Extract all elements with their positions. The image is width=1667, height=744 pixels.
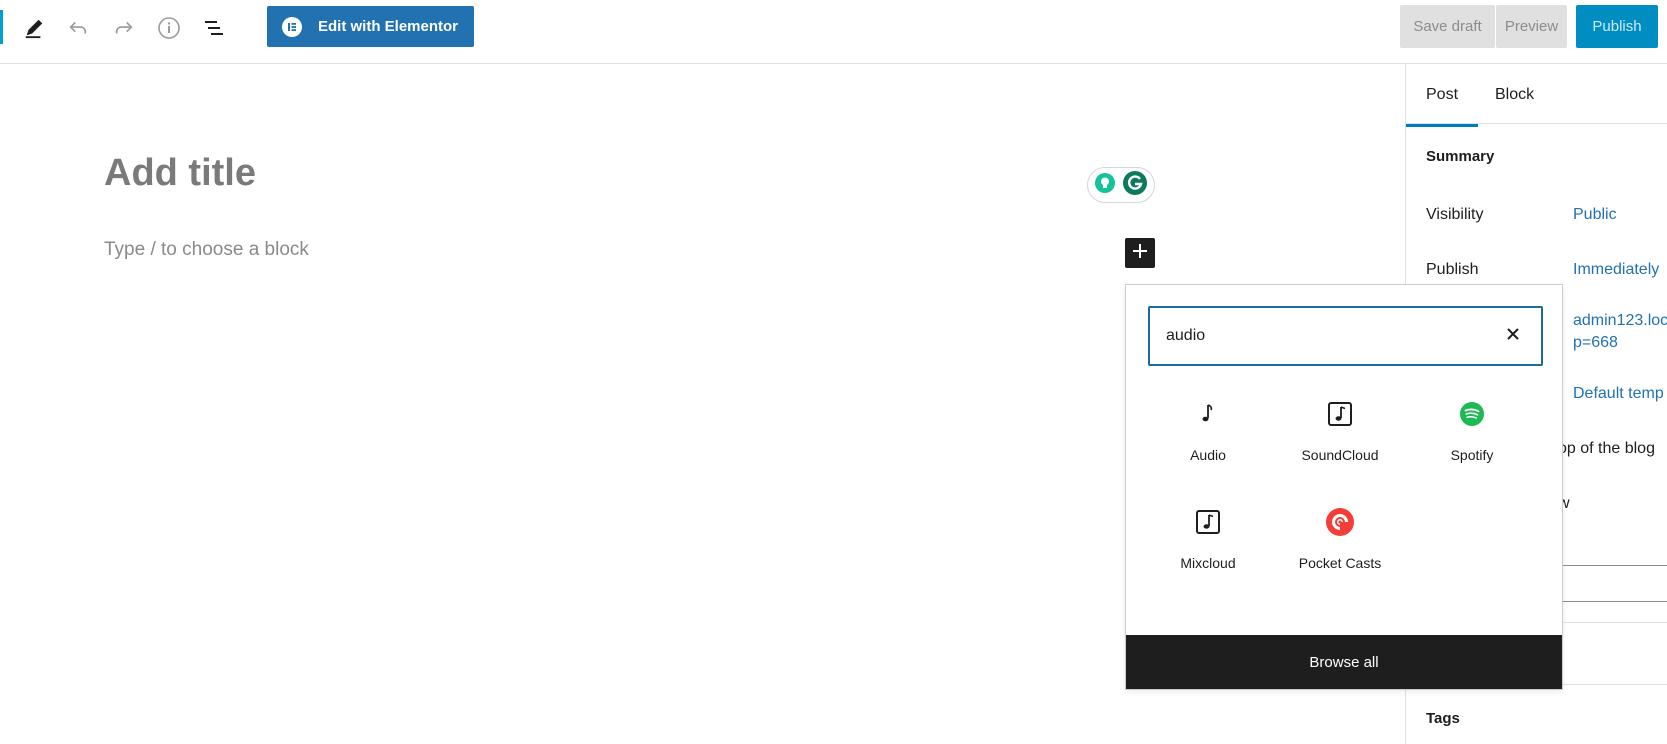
tab-block[interactable]: Block bbox=[1495, 86, 1534, 104]
block-inserter-toggle[interactable] bbox=[1125, 238, 1155, 268]
close-icon bbox=[1506, 327, 1520, 346]
clear-search-button[interactable] bbox=[1501, 324, 1525, 348]
redo-button[interactable] bbox=[106, 10, 142, 46]
block-item-label: Pocket Casts bbox=[1298, 555, 1382, 571]
post-url-link-line2[interactable]: p=668 bbox=[1573, 334, 1618, 352]
pocket-casts-icon bbox=[1325, 507, 1355, 537]
publish-label: Publish bbox=[1426, 261, 1479, 278]
pencil-icon bbox=[23, 17, 45, 39]
tags-heading[interactable]: Tags bbox=[1426, 710, 1460, 727]
elementor-logo-icon bbox=[282, 16, 302, 37]
music-note-icon bbox=[1193, 399, 1223, 429]
soundcloud-embed-icon bbox=[1325, 399, 1355, 429]
block-item-spotify[interactable]: Spotify bbox=[1412, 386, 1532, 482]
undo-icon bbox=[67, 17, 89, 39]
block-placeholder[interactable]: Type / to choose a block bbox=[104, 239, 309, 261]
block-item-label: Spotify bbox=[1450, 447, 1494, 463]
summary-heading[interactable]: Summary bbox=[1426, 148, 1494, 165]
block-item-label: SoundCloud bbox=[1301, 447, 1379, 463]
block-search bbox=[1148, 306, 1543, 366]
post-url-link-line1[interactable]: admin123.loc bbox=[1573, 312, 1667, 330]
browse-all-button[interactable]: Browse all bbox=[1126, 635, 1562, 689]
info-icon bbox=[157, 16, 181, 40]
edit-with-elementor-label: Edit with Elementor bbox=[318, 18, 459, 35]
edit-with-elementor-button[interactable]: Edit with Elementor bbox=[267, 6, 474, 47]
block-item-mixcloud[interactable]: Mixcloud bbox=[1148, 494, 1268, 590]
block-search-input[interactable] bbox=[1166, 308, 1486, 364]
details-button[interactable] bbox=[151, 10, 187, 46]
template-toggle[interactable]: Default temp bbox=[1573, 385, 1664, 403]
block-inserter-popover: Audio SoundCloud Spotify Mixcloud Pocket… bbox=[1125, 284, 1563, 690]
visibility-toggle[interactable]: Public bbox=[1573, 206, 1617, 224]
preview-button[interactable]: Preview bbox=[1496, 5, 1567, 48]
block-item-soundcloud[interactable]: SoundCloud bbox=[1280, 386, 1400, 482]
post-title-input[interactable]: Add title bbox=[104, 152, 256, 195]
plus-icon bbox=[1131, 242, 1149, 265]
block-item-audio[interactable]: Audio bbox=[1148, 386, 1268, 482]
stick-to-top-label: op of the blog bbox=[1558, 440, 1655, 457]
publish-date-toggle[interactable]: Immediately bbox=[1573, 261, 1659, 279]
list-view-icon bbox=[202, 16, 226, 40]
author-select[interactable] bbox=[1556, 565, 1667, 602]
grammarly-logo-icon bbox=[1122, 170, 1148, 201]
toolbar-edge-accent bbox=[0, 10, 3, 44]
block-item-pocket-casts[interactable]: Pocket Casts bbox=[1280, 494, 1400, 590]
publish-button[interactable]: Publish bbox=[1576, 5, 1658, 48]
grammarly-widget[interactable] bbox=[1087, 167, 1155, 203]
block-item-label: Mixcloud bbox=[1180, 555, 1236, 571]
block-item-label: Audio bbox=[1190, 447, 1226, 463]
sidebar-tabs: Post Block bbox=[1405, 64, 1667, 127]
undo-button[interactable] bbox=[60, 10, 96, 46]
list-view-button[interactable] bbox=[196, 10, 232, 46]
visibility-label: Visibility bbox=[1426, 206, 1484, 223]
editor-toolbar: Edit with Elementor Save draft Preview P… bbox=[0, 0, 1667, 64]
redo-icon bbox=[113, 17, 135, 39]
mixcloud-embed-icon bbox=[1193, 507, 1223, 537]
tab-post[interactable]: Post bbox=[1405, 86, 1479, 127]
spotify-icon bbox=[1457, 399, 1487, 429]
edit-mode-button[interactable] bbox=[16, 10, 52, 46]
save-draft-button[interactable]: Save draft bbox=[1400, 5, 1495, 48]
lightbulb-icon bbox=[1094, 172, 1116, 199]
